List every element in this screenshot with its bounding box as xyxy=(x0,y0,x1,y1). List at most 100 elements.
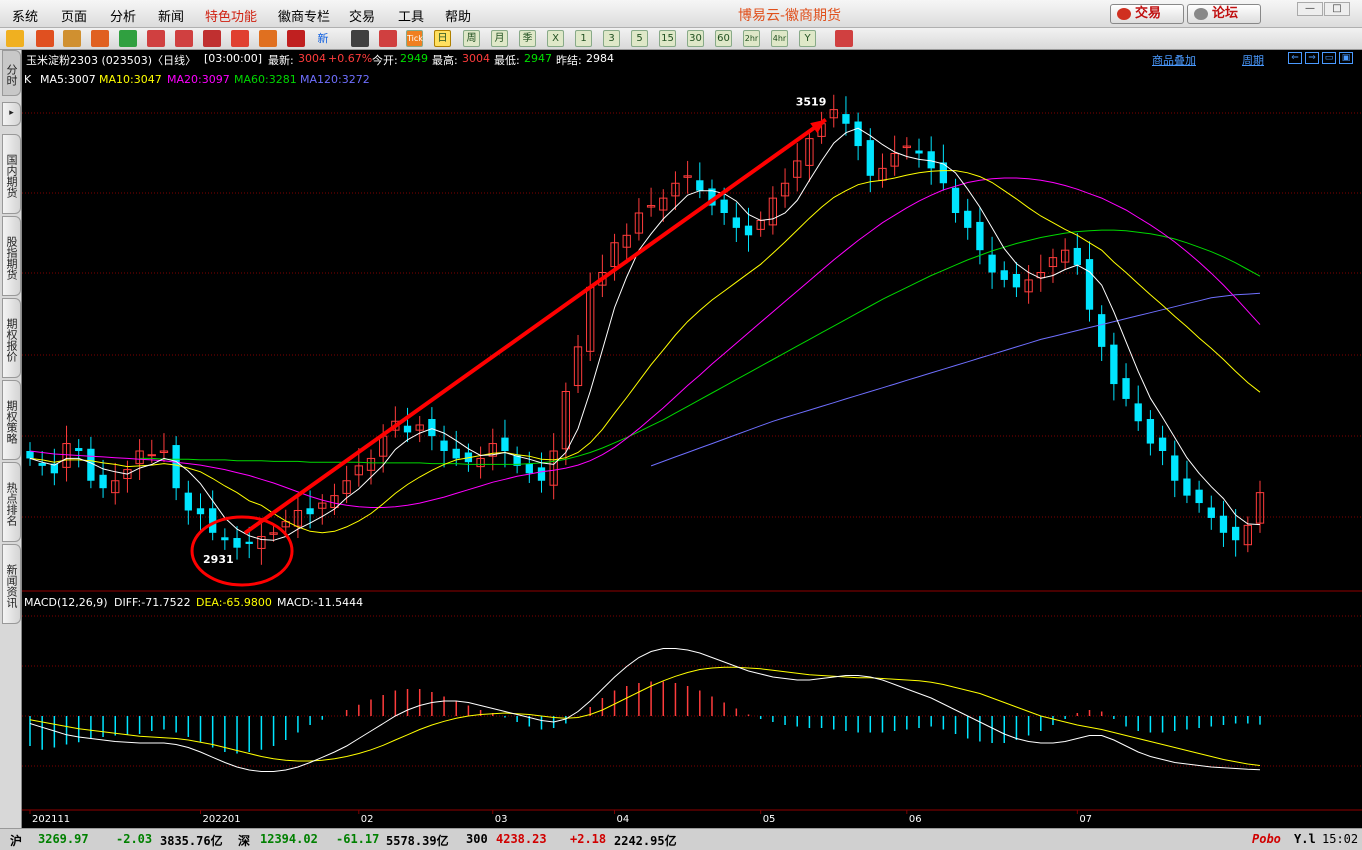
period-60min[interactable]: 60 xyxy=(715,30,732,47)
candle-body-92 xyxy=(1146,419,1155,444)
candle-body-99 xyxy=(1231,526,1240,541)
legend-ma60: MA60:3281 xyxy=(234,73,297,86)
legend-ma120: MA120:3272 xyxy=(300,73,370,86)
quote-table-icon[interactable] xyxy=(351,30,369,47)
candle-body-5 xyxy=(87,448,95,481)
menu-tools[interactable]: 工具 xyxy=(398,6,424,25)
candle-body-76 xyxy=(951,187,960,213)
tab-arrow[interactable]: ▸ xyxy=(2,102,21,126)
candle-24 xyxy=(318,494,327,525)
period-daily[interactable]: 日 xyxy=(434,30,451,47)
filter-icon[interactable] xyxy=(287,30,305,47)
ma10-line xyxy=(29,170,1261,534)
candle-body-90 xyxy=(1122,378,1130,399)
period-3min[interactable]: 3 xyxy=(603,30,620,47)
refresh-icon[interactable] xyxy=(119,30,137,47)
tab-index-futures[interactable]: 股指期货 xyxy=(2,216,21,296)
candle-body-12 xyxy=(172,445,180,489)
tab-option-quotes[interactable]: 期权报价 xyxy=(2,298,21,378)
candle-16 xyxy=(221,528,229,550)
period-quarterly[interactable]: 季 xyxy=(519,30,536,47)
period-1min[interactable]: 1 xyxy=(575,30,592,47)
candle-body-58 xyxy=(732,217,740,228)
tab-hot-rank[interactable]: 热点排名 xyxy=(2,462,21,542)
expand-icon[interactable]: ▣ xyxy=(1339,52,1353,64)
sh-index: 3269.97 xyxy=(38,832,89,846)
candle-32 xyxy=(415,416,424,443)
candle-body-17 xyxy=(233,538,241,548)
collapse-icon[interactable]: ▭ xyxy=(1322,52,1336,64)
menu-help[interactable]: 帮助 xyxy=(445,6,471,25)
forum-button[interactable]: 论坛 xyxy=(1187,4,1261,24)
candle-body-34 xyxy=(440,440,448,451)
menu-features[interactable]: 特色功能 xyxy=(205,6,257,25)
candle-body-94 xyxy=(1171,455,1179,481)
menu-page[interactable]: 页面 xyxy=(61,6,87,25)
legend-k: K xyxy=(24,73,32,86)
candle-body-81 xyxy=(1012,273,1021,288)
candle-31 xyxy=(403,407,412,443)
tab-domestic-futures[interactable]: 国内期货 xyxy=(2,134,21,214)
period-5min[interactable]: 5 xyxy=(631,30,648,47)
f10-icon[interactable] xyxy=(91,30,109,47)
period-weekly[interactable]: 周 xyxy=(463,30,480,47)
period-15min[interactable]: 15 xyxy=(659,30,676,47)
candle-body-89 xyxy=(1110,344,1118,385)
tab-news[interactable]: 新闻资讯 xyxy=(2,544,21,624)
candle-body-13 xyxy=(184,492,192,511)
cross-icon[interactable] xyxy=(379,30,397,47)
candle-43 xyxy=(549,433,558,500)
menu-trade[interactable]: 交易 xyxy=(349,6,375,25)
latest-label: 最新: xyxy=(268,54,294,67)
candle-body-91 xyxy=(1134,403,1142,422)
left-tab-bar: 分时 ▸ 国内期货 股指期货 期权报价 期权策略 热点排名 新闻资讯 xyxy=(0,50,22,830)
period-yearly[interactable]: Y xyxy=(799,30,816,47)
candle-88 xyxy=(1098,305,1106,362)
candle-17 xyxy=(233,526,241,560)
forum-button-label: 论坛 xyxy=(1212,6,1239,21)
menu-analysis[interactable]: 分析 xyxy=(110,6,136,25)
back-icon[interactable] xyxy=(6,30,24,47)
zoom-in-icon[interactable] xyxy=(147,30,165,47)
candle-body-57 xyxy=(720,199,728,213)
candle-92 xyxy=(1146,410,1155,456)
xaxis-label-1: 202201 xyxy=(202,814,240,825)
sh-volume: 3835.76亿 xyxy=(160,834,223,848)
trade-button[interactable]: 交易 xyxy=(1110,4,1184,24)
minimize-button[interactable]: — xyxy=(1297,2,1323,16)
tick-button[interactable]: Tick xyxy=(406,30,423,47)
period-link[interactable]: 周期 xyxy=(1242,52,1264,68)
menu-news[interactable]: 新闻 xyxy=(158,6,184,25)
candle-85 xyxy=(1060,238,1070,270)
period-30min[interactable]: 30 xyxy=(687,30,704,47)
new-icon[interactable]: 新 xyxy=(314,30,332,47)
overlay-link[interactable]: 商品叠加 xyxy=(1152,52,1196,68)
list-icon[interactable] xyxy=(63,30,81,47)
home-icon[interactable] xyxy=(36,30,54,47)
tab-option-strategy[interactable]: 期权策略 xyxy=(2,380,21,460)
draw-icon[interactable] xyxy=(231,30,249,47)
trade-button-label: 交易 xyxy=(1135,6,1162,21)
kline-chart[interactable]: K MA5:3007 MA10:3047 MA20:3097 MA60:3281… xyxy=(22,68,1362,828)
window-icon[interactable] xyxy=(203,30,221,47)
period-4hr[interactable]: 4hr xyxy=(771,30,788,47)
candle-51 xyxy=(646,187,656,217)
candle-body-10 xyxy=(147,454,156,457)
menu-system[interactable]: 系统 xyxy=(12,6,38,25)
period-monthly[interactable]: 月 xyxy=(491,30,508,47)
period-x[interactable]: X xyxy=(547,30,564,47)
zoom-out-icon[interactable] xyxy=(175,30,193,47)
candle-7 xyxy=(111,462,120,505)
calculator-icon[interactable] xyxy=(835,30,853,47)
period-2hr[interactable]: 2hr xyxy=(743,30,760,47)
alarm-icon[interactable] xyxy=(259,30,277,47)
sz-index: 12394.02 xyxy=(260,832,318,846)
scroll-right-icon[interactable]: ⇒ xyxy=(1305,52,1319,64)
menu-column[interactable]: 徽商专栏 xyxy=(278,6,330,25)
candle-94 xyxy=(1171,440,1179,498)
xaxis-label-3: 03 xyxy=(495,814,508,825)
scroll-left-icon[interactable]: ⇐ xyxy=(1288,52,1302,64)
tab-timeshare[interactable]: 分时 xyxy=(2,50,21,96)
pobo-logo: Pobo xyxy=(1252,832,1281,846)
candle-body-79 xyxy=(988,254,996,273)
